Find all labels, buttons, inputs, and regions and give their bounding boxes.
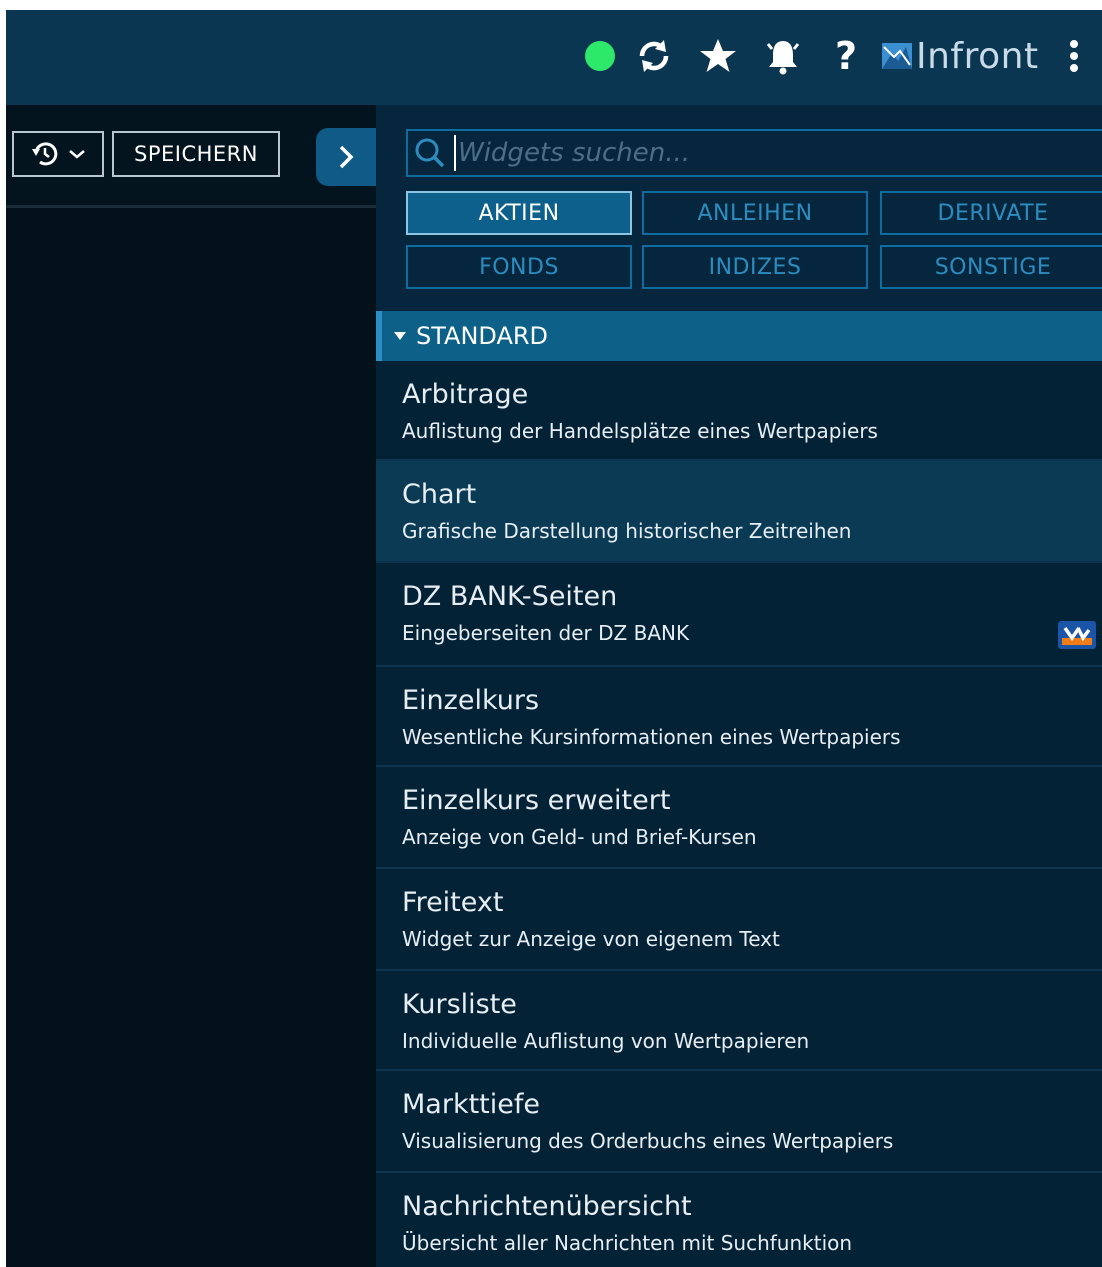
alarm-bell-icon[interactable]	[760, 38, 806, 75]
star-icon[interactable]	[696, 38, 740, 74]
widget-title: Markttiefe	[402, 1089, 540, 1120]
widget-item-dz-bank-seiten[interactable]: DZ BANK-Seiten Eingeberseiten der DZ BAN…	[376, 563, 1102, 667]
chevron-right-icon	[339, 145, 354, 169]
widget-title: Arbitrage	[402, 379, 529, 410]
workspace-pane: SPEICHERN	[6, 105, 376, 1267]
widget-panel: AKTIEN ANLEIHEN DERIVATE FONDS INDIZES S…	[376, 105, 1102, 1267]
help-icon[interactable]: ?	[828, 34, 864, 78]
category-tab-anleihen[interactable]: ANLEIHEN	[642, 191, 868, 235]
status-dot-icon	[582, 38, 618, 74]
dz-bank-logo-icon	[1058, 621, 1096, 649]
widget-description: Individuelle Auflistung von Wertpapieren	[402, 1029, 810, 1053]
category-tab-sonstige[interactable]: SONSTIGE	[880, 245, 1102, 289]
widget-title: Freitext	[402, 887, 504, 918]
widget-item-kursliste[interactable]: Kursliste Individuelle Auflistung von We…	[376, 971, 1102, 1071]
widget-item-chart[interactable]: Chart Grafische Darstellung historischer…	[376, 461, 1102, 563]
widget-list: Arbitrage Auflistung der Handelsplätze e…	[376, 361, 1102, 1267]
widget-item-freitext[interactable]: Freitext Widget zur Anzeige von eigenem …	[376, 869, 1102, 971]
brand-logo: Infront	[882, 34, 1039, 78]
widget-description: Anzeige von Geld- und Brief-Kursen	[402, 825, 757, 849]
category-tab-aktien[interactable]: AKTIEN	[406, 191, 632, 235]
widget-description: Übersicht aller Nachrichten mit Suchfunk…	[402, 1231, 853, 1255]
widget-description: Eingeberseiten der DZ BANK	[402, 621, 690, 645]
widget-title: Chart	[402, 479, 477, 510]
widget-description: Auflistung der Handelsplätze eines Wertp…	[402, 419, 878, 443]
refresh-icon[interactable]	[632, 38, 676, 74]
infront-logo-icon	[882, 43, 912, 69]
widget-title: DZ BANK-Seiten	[402, 581, 618, 612]
widget-item-arbitrage[interactable]: Arbitrage Auflistung der Handelsplätze e…	[376, 361, 1102, 461]
section-header-standard[interactable]: STANDARD	[376, 311, 1102, 361]
more-vertical-icon[interactable]	[1062, 38, 1086, 74]
category-tab-fonds[interactable]: FONDS	[406, 245, 632, 289]
search-input[interactable]	[454, 135, 1102, 171]
widget-item-einzelkurs-erweitert[interactable]: Einzelkurs erweitert Anzeige von Geld- u…	[376, 767, 1102, 869]
search-icon	[415, 138, 445, 168]
widget-item-einzelkurs[interactable]: Einzelkurs Wesentliche Kursinformationen…	[376, 667, 1102, 767]
widget-title: Kursliste	[402, 989, 517, 1020]
widget-item-markttiefe[interactable]: Markttiefe Visualisierung des Orderbuchs…	[376, 1071, 1102, 1173]
help-label: ?	[834, 34, 858, 78]
brand-name: Infront	[916, 35, 1039, 77]
history-dropdown-button[interactable]	[12, 131, 104, 177]
widget-title: Nachrichtenübersicht	[402, 1191, 692, 1222]
caret-down-icon	[394, 332, 406, 340]
widget-title: Einzelkurs erweitert	[402, 785, 671, 816]
widget-description: Grafische Darstellung historischer Zeitr…	[402, 519, 852, 543]
widget-item-nachrichtenuebersicht[interactable]: Nachrichtenübersicht Übersicht aller Nac…	[376, 1173, 1102, 1267]
save-button[interactable]: SPEICHERN	[112, 131, 280, 177]
section-title: STANDARD	[416, 322, 549, 350]
widget-description: Widget zur Anzeige von eigenem Text	[402, 927, 780, 951]
widget-title: Einzelkurs	[402, 685, 540, 716]
chevron-down-icon	[69, 150, 85, 159]
app-window: ? Infront SPEICHERN Widgets suchen... AK…	[6, 10, 1102, 1267]
widget-description: Wesentliche Kursinformationen eines Wert…	[402, 725, 901, 749]
workspace-toolbar: SPEICHERN	[6, 105, 376, 208]
history-icon	[32, 142, 58, 166]
category-tab-indizes[interactable]: INDIZES	[642, 245, 868, 289]
collapse-panel-button[interactable]	[316, 128, 376, 186]
widget-search[interactable]	[406, 129, 1102, 177]
category-tab-derivate[interactable]: DERIVATE	[880, 191, 1102, 235]
widget-description: Visualisierung des Orderbuchs eines Wert…	[402, 1129, 894, 1153]
top-bar: ? Infront	[6, 10, 1102, 105]
